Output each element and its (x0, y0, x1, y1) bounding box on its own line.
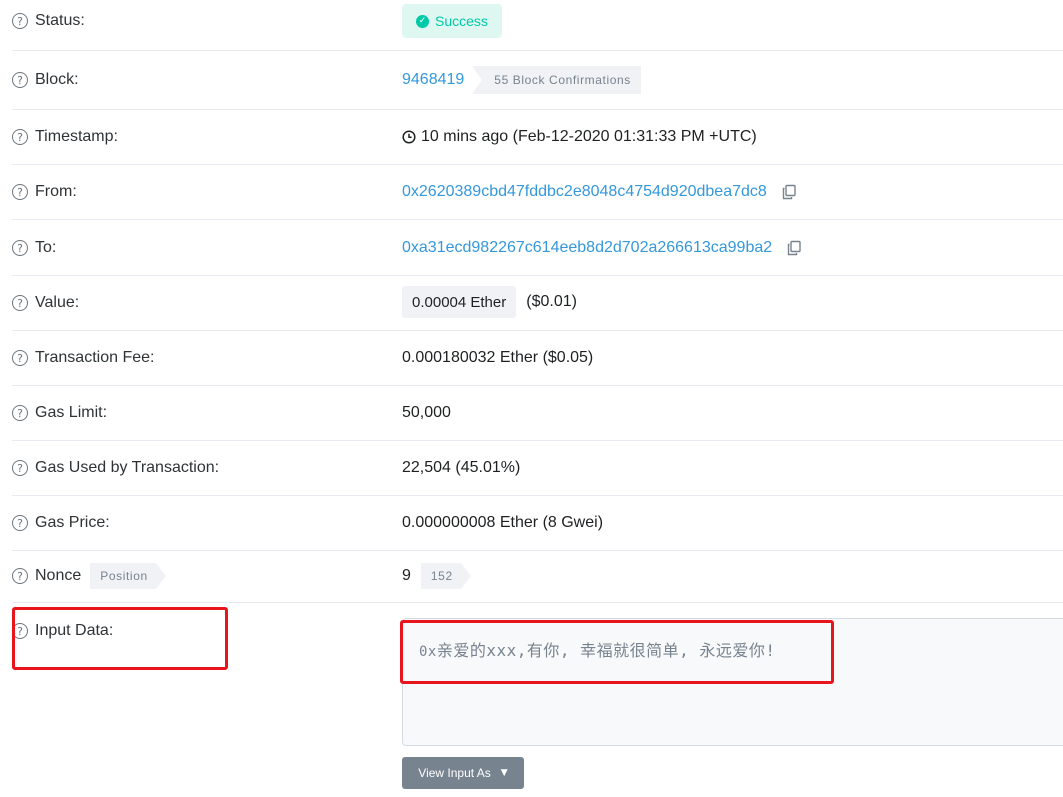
value-value: 0.00004 Ether ($0.01) (402, 286, 577, 318)
question-circle-icon[interactable]: ? (12, 184, 28, 200)
timestamp-text: 10 mins ago (Feb-12-2020 01:31:33 PM +UT… (421, 128, 757, 145)
status-badge-text: Success (435, 13, 488, 29)
input-data-textarea[interactable]: 0x亲爱的xxx,有你, 幸福就很简单, 永远爱你! (402, 618, 1063, 746)
fee-label: ? Transaction Fee: (12, 349, 154, 367)
block-label: ? Block: (12, 71, 79, 89)
to-label: ? To: (12, 239, 56, 257)
gas-used-value: 22,504 (45.01%) (402, 459, 521, 476)
question-circle-icon[interactable]: ? (12, 72, 28, 88)
row-from: ? From: 0x2620389cbd47fddbc2e8048c4754d9… (12, 165, 1063, 220)
nonce-label-text: Nonce (35, 567, 82, 584)
gas-used-label: ? Gas Used by Transaction: (12, 459, 219, 477)
gas-used-label-text: Gas Used by Transaction: (35, 459, 220, 476)
nonce-value: 9 152 (402, 563, 471, 589)
row-to: ? To: 0xa31ecd982267c614eeb8d2d702a26661… (12, 220, 1063, 276)
question-circle-icon[interactable]: ? (12, 350, 28, 366)
value-ether-badge: 0.00004 Ether (402, 286, 517, 318)
value-usd-text: ($0.01) (526, 293, 577, 310)
question-circle-icon[interactable]: ? (12, 623, 28, 639)
status-badge: ✓ Success (402, 4, 502, 38)
block-label-text: Block: (35, 71, 79, 88)
from-address-link[interactable]: 0x2620389cbd47fddbc2e8048c4754d920dbea7d… (402, 183, 767, 201)
gas-price-label-text: Gas Price: (35, 514, 110, 531)
status-value: ✓ Success (402, 4, 502, 38)
row-transaction-fee: ? Transaction Fee: 0.000180032 Ether ($0… (12, 331, 1063, 386)
gas-price-label: ? Gas Price: (12, 514, 110, 532)
value-label-text: Value: (35, 294, 80, 311)
chevron-down-icon: ▼ (500, 768, 508, 778)
question-circle-icon[interactable]: ? (12, 240, 28, 256)
gas-limit-label-text: Gas Limit: (35, 404, 108, 421)
check-circle-icon: ✓ (416, 14, 429, 28)
question-circle-icon[interactable]: ? (12, 405, 28, 421)
input-data-label: ? Input Data: (12, 622, 113, 640)
block-value: 9468419 55 Block Confirmations (402, 66, 641, 94)
position-value-badge: 152 (420, 563, 471, 589)
row-block: ? Block: 9468419 55 Block Confirmations (12, 51, 1063, 110)
gas-limit-label: ? Gas Limit: (12, 404, 107, 422)
question-circle-icon[interactable]: ? (12, 460, 28, 476)
input-data-label-text: Input Data: (35, 622, 114, 639)
view-input-as-label: View Input As (418, 766, 491, 780)
row-gas-price: ? Gas Price: 0.000000008 Ether (8 Gwei) (12, 496, 1063, 551)
fee-value: 0.000180032 Ether ($0.05) (402, 349, 594, 366)
from-label-text: From: (35, 183, 77, 200)
input-data-prefix: 0x (419, 644, 437, 660)
input-data-text: 亲爱的xxx,有你, 幸福就很简单, 永远爱你! (436, 641, 776, 660)
transaction-details: ? Status: ✓ Success ? Block: 9468419 55 … (0, 0, 1063, 797)
timestamp-value: 10 mins ago (Feb-12-2020 01:31:33 PM +UT… (402, 128, 757, 146)
copy-icon[interactable] (786, 240, 802, 256)
row-timestamp: ? Timestamp: 10 mins ago (Feb-12-2020 01… (12, 110, 1063, 165)
question-circle-icon[interactable]: ? (12, 129, 28, 145)
row-gas-limit: ? Gas Limit: 50,000 (12, 386, 1063, 441)
row-nonce: ? Nonce Position 9 152 (12, 551, 1063, 603)
nonce-label: ? Nonce Position (12, 563, 166, 589)
fee-label-text: Transaction Fee: (35, 349, 155, 366)
question-circle-icon[interactable]: ? (12, 13, 28, 29)
to-address-link[interactable]: 0xa31ecd982267c614eeb8d2d702a266613ca99b… (402, 239, 772, 257)
value-label: ? Value: (12, 294, 79, 312)
block-number-link[interactable]: 9468419 (402, 71, 464, 89)
question-circle-icon[interactable]: ? (12, 515, 28, 531)
status-label: ? Status: (12, 12, 85, 30)
position-tag: Position (90, 563, 166, 589)
to-label-text: To: (35, 239, 57, 256)
block-confirmations-badge: 55 Block Confirmations (472, 66, 641, 94)
status-label-text: Status: (35, 12, 85, 29)
clock-icon (402, 130, 416, 144)
from-label: ? From: (12, 183, 77, 201)
from-value: 0x2620389cbd47fddbc2e8048c4754d920dbea7d… (402, 183, 797, 201)
timestamp-label-text: Timestamp: (35, 128, 118, 145)
copy-icon[interactable] (781, 184, 797, 200)
row-status: ? Status: ✓ Success (12, 0, 1063, 51)
gas-limit-value: 50,000 (402, 404, 451, 421)
row-gas-used: ? Gas Used by Transaction: 22,504 (45.01… (12, 441, 1063, 496)
timestamp-label: ? Timestamp: (12, 128, 118, 146)
row-value: ? Value: 0.00004 Ether ($0.01) (12, 276, 1063, 331)
nonce-value-text: 9 (402, 567, 411, 584)
view-input-as-button[interactable]: View Input As ▼ (402, 757, 524, 789)
question-circle-icon[interactable]: ? (12, 568, 28, 584)
question-circle-icon[interactable]: ? (12, 295, 28, 311)
to-value: 0xa31ecd982267c614eeb8d2d702a266613ca99b… (402, 239, 802, 257)
gas-price-value: 0.000000008 Ether (8 Gwei) (402, 514, 604, 531)
